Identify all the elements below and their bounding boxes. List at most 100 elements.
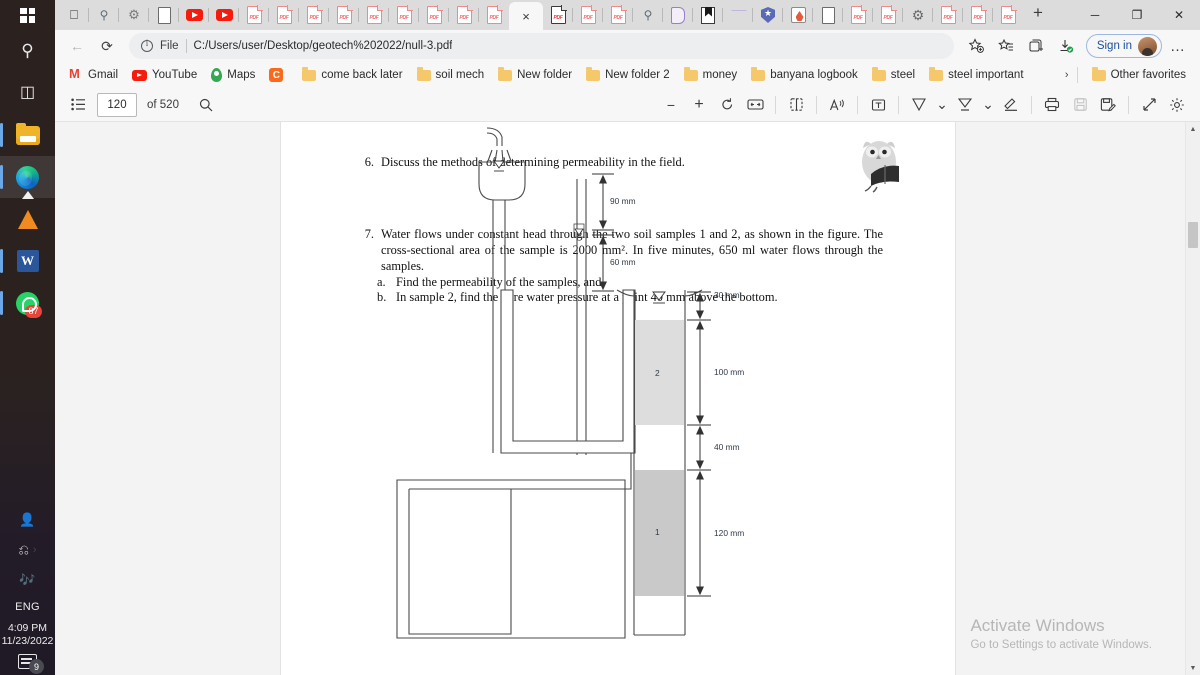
tab-pdf-13[interactable]: PDF (873, 2, 903, 28)
bookmark-come-back-later[interactable]: come back later (296, 66, 408, 83)
save-as-button[interactable] (1095, 93, 1121, 117)
tab-pdf-5[interactable]: PDF (359, 2, 389, 28)
collections-button[interactable] (1022, 33, 1050, 59)
tab-pdf-1[interactable]: PDF (239, 2, 269, 28)
minimize-button[interactable]: ─ (1074, 0, 1116, 30)
pdf-settings-button[interactable] (1164, 93, 1190, 117)
maximize-button[interactable]: ❐ (1116, 0, 1158, 30)
tray-clock[interactable]: 4:09 PM 11/23/2022 (2, 619, 54, 654)
tab-pdf-6[interactable]: PDF (389, 2, 419, 28)
start-button[interactable] (0, 0, 55, 30)
tab-gear[interactable]: ⚙ (903, 2, 933, 28)
tab-drop[interactable] (783, 2, 813, 28)
zoom-out-button[interactable]: − (658, 93, 684, 117)
tray-volume-button[interactable]: 🎶 (0, 565, 55, 595)
bookmark-banyana-logbook[interactable]: banyana logbook (745, 66, 864, 83)
back-button[interactable]: ← (63, 33, 91, 59)
scroll-down-button[interactable]: ▼ (1186, 661, 1200, 675)
zoom-in-button[interactable]: + (686, 93, 712, 117)
rotate-button[interactable] (714, 93, 740, 117)
tab-youtube-1[interactable] (179, 2, 209, 28)
taskbar-vlc[interactable] (0, 190, 55, 240)
fullscreen-button[interactable] (1136, 93, 1162, 117)
tab-shield[interactable] (753, 2, 783, 28)
tray-language[interactable]: ENG (0, 595, 55, 619)
tab-pdf-12[interactable]: PDF (843, 2, 873, 28)
scroll-up-button[interactable]: ▲ (1186, 122, 1200, 136)
tab-pdf-8[interactable]: PDF (449, 2, 479, 28)
draw-options-caret[interactable]: ⌄ (934, 93, 950, 117)
tray-notifications-button[interactable]: 9 (18, 654, 44, 674)
tab-pdf-14[interactable]: PDF (933, 2, 963, 28)
tab-triangle[interactable] (723, 2, 753, 28)
bookmark-youtube[interactable]: YouTube (126, 67, 203, 83)
add-favorite-button[interactable] (962, 33, 990, 59)
address-bar[interactable]: File C:/Users/user/Desktop/geotech%20202… (129, 33, 954, 59)
tab-close-icon[interactable]: × (522, 10, 530, 23)
bookmarks-overflow-chevron[interactable]: › (1065, 69, 1069, 81)
scrollbar-thumb[interactable] (1188, 222, 1198, 248)
sign-in-button[interactable]: Sign in (1085, 34, 1162, 58)
bookmark-gmail[interactable]: Gmail (63, 67, 124, 83)
taskbar-whatsapp[interactable]: 87 (0, 282, 55, 324)
draw-button[interactable] (906, 93, 932, 117)
new-tab-button[interactable]: + (1023, 4, 1053, 21)
tab-pdf-11[interactable]: PDF (603, 2, 633, 28)
tab-youtube-2[interactable] (209, 2, 239, 28)
tab-pdf-9[interactable]: PDF (479, 2, 509, 28)
browser-settings-button[interactable]: … (1164, 38, 1192, 55)
tab-search-2[interactable]: ⚲ (633, 2, 663, 28)
page-number-input[interactable]: 120 (97, 92, 137, 117)
pdf-viewer[interactable]: 6. Discuss the methods of determining pe… (55, 122, 1200, 675)
save-button[interactable] (1067, 93, 1093, 117)
fit-to-page-button[interactable] (742, 93, 768, 117)
refresh-button[interactable]: ⟳ (93, 33, 121, 59)
read-aloud-button[interactable] (824, 93, 850, 117)
add-text-button[interactable] (865, 93, 891, 117)
print-button[interactable] (1039, 93, 1065, 117)
tab-pdf-7[interactable]: PDF (419, 2, 449, 28)
tab-document-2[interactable] (813, 2, 843, 28)
taskbar-task-view-button[interactable]: ◫ (0, 72, 55, 114)
tab-pdf-3[interactable]: PDF (299, 2, 329, 28)
tab-pdf-15[interactable]: PDF (963, 2, 993, 28)
taskbar-search-button[interactable]: ⚲ (0, 30, 55, 72)
tab-pdf-2[interactable]: PDF (269, 2, 299, 28)
highlight-options-caret[interactable]: ⌄ (980, 93, 996, 117)
tab-settings-doc[interactable]: ⚙ (119, 2, 149, 28)
site-info-icon[interactable] (141, 38, 153, 52)
tab-search[interactable]: ⚲ (89, 2, 119, 28)
tab-pdf-16[interactable]: PDF (993, 2, 1023, 28)
tab-bookmark[interactable] (693, 2, 723, 28)
close-button[interactable]: ✕ (1158, 0, 1200, 30)
bookmark-other-favorites[interactable]: Other favorites (1086, 66, 1192, 83)
tab-window-restore[interactable]: ⎕ (59, 2, 89, 28)
favorites-button[interactable] (992, 33, 1020, 59)
downloads-button[interactable] (1052, 33, 1080, 59)
tray-network-button[interactable]: ⎌ › (0, 535, 55, 565)
erase-button[interactable] (998, 93, 1024, 117)
bookmark-new-folder[interactable]: New folder (492, 66, 578, 83)
bookmark-new-folder-2[interactable]: New folder 2 (580, 66, 676, 83)
tab-pdf-10[interactable]: PDF (573, 2, 603, 28)
taskbar-microsoft-word[interactable]: W (0, 240, 55, 282)
tab-book[interactable] (663, 2, 693, 28)
bookmark-steel[interactable]: steel (866, 66, 921, 83)
tab-pdf-current-doc[interactable]: PDF (543, 2, 573, 28)
page-view-button[interactable] (783, 93, 809, 117)
tab-active-pdf[interactable]: × (509, 2, 543, 30)
tab-pdf-4[interactable]: PDF (329, 2, 359, 28)
bookmark-c[interactable]: C (263, 66, 294, 84)
pdf-search-button[interactable] (193, 93, 219, 117)
tab-document[interactable] (149, 2, 179, 28)
taskbar-file-explorer[interactable] (0, 114, 55, 156)
bookmark-maps[interactable]: Maps (205, 66, 261, 84)
toc-button[interactable] (65, 93, 91, 117)
bookmark-soil-mech[interactable]: soil mech (411, 66, 491, 83)
bookmark-money[interactable]: money (678, 66, 744, 83)
highlight-button[interactable] (952, 93, 978, 117)
tray-people-button[interactable]: 👤 (0, 505, 55, 535)
bookmark-steel-important[interactable]: steel important (923, 66, 1029, 83)
vertical-scrollbar[interactable]: ▲ ▼ (1185, 122, 1200, 675)
pdf-icon: PDF (486, 5, 503, 24)
